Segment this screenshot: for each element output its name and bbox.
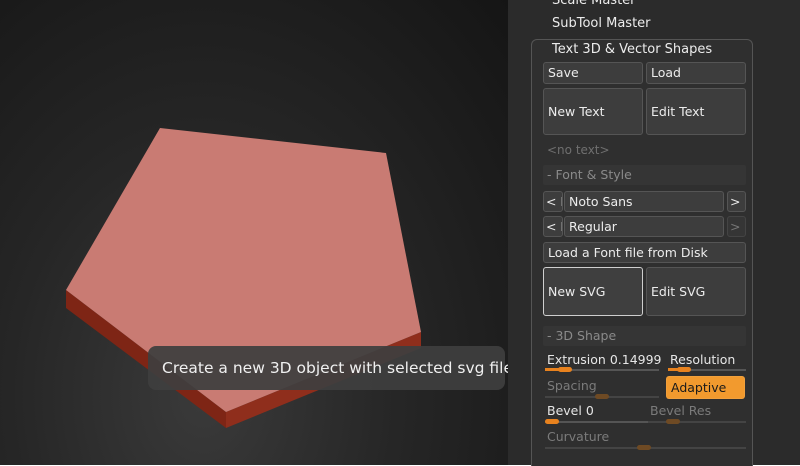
next-style-button[interactable]: > N [727,216,746,237]
extrusion-value: 0.14999 [609,352,662,367]
prev-font-button[interactable]: < I [543,191,563,212]
prev-style-button[interactable]: < I [543,216,563,237]
bevel-value: 0 [585,403,594,418]
no-text-label: <no text> [547,143,610,157]
subpalette-title[interactable]: Text 3D & Vector Shapes [552,42,712,57]
scale-master-item[interactable]: Scale Master [552,0,636,8]
bevel-res-slider-track[interactable] [648,421,746,423]
curvature-slider-knob[interactable] [637,445,651,450]
extrusion-slider-label: Extrusion 0.14999 [547,352,662,367]
bevel-slider-label: Bevel 0 [547,403,594,418]
bevel-slider-track[interactable] [545,421,659,423]
tooltip: Create a new 3D object with selected svg… [148,346,508,390]
resolution-slider-label: Resolution [670,352,736,367]
load-font-file-button[interactable]: Load a Font file from Disk [543,242,746,263]
3d-shape-section-header[interactable]: - 3D Shape [543,326,746,346]
font-name-field[interactable]: Noto Sans [564,191,724,212]
font-style-section-header[interactable]: - Font & Style [543,165,746,185]
subtool-master-item[interactable]: SubTool Master [552,16,651,31]
bevel-label: Bevel [547,403,582,418]
edit-text-button[interactable]: Edit Text [646,88,746,135]
new-text-button[interactable]: New Text [543,88,643,135]
load-button[interactable]: Load [646,62,746,84]
font-style-field[interactable]: Regular [564,216,724,237]
bevel-res-slider-knob[interactable] [666,419,680,424]
save-button[interactable]: Save [543,62,643,84]
curvature-slider-label: Curvature [547,429,610,444]
bevel-slider-knob[interactable] [545,419,559,424]
viewport-canvas[interactable]: Create a new 3D object with selected svg… [0,0,508,465]
spacing-slider-label: Spacing [547,378,597,393]
bevel-res-slider-label: Bevel Res [650,403,712,418]
adaptive-toggle[interactable]: Adaptive [666,376,745,399]
new-svg-button[interactable]: New SVG [543,267,643,316]
pentagon-3d-shape [66,128,421,428]
resolution-slider-knob[interactable] [677,367,691,372]
extrusion-label: Extrusion [547,352,606,367]
extrusion-slider-knob[interactable] [558,367,572,372]
spacing-slider-knob[interactable] [595,394,609,399]
edit-svg-button[interactable]: Edit SVG [646,267,746,316]
next-font-button[interactable]: > I [727,191,746,212]
